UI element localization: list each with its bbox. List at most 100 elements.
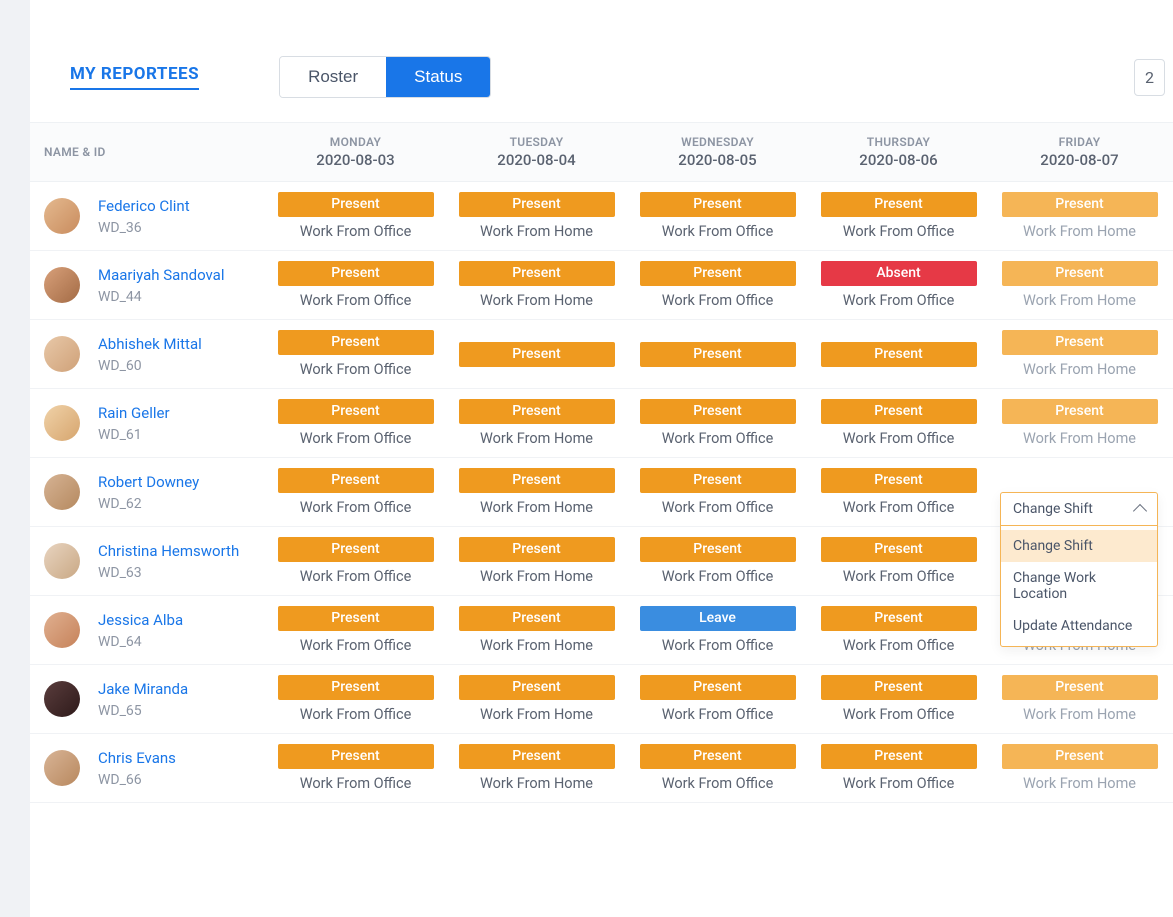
status-badge[interactable]: Present bbox=[821, 342, 977, 367]
status-badge[interactable]: Present bbox=[640, 399, 796, 424]
name-block: Rain GellerWD_61 bbox=[98, 403, 170, 443]
tab-status[interactable]: Status bbox=[386, 57, 490, 97]
avatar[interactable] bbox=[44, 750, 80, 786]
work-location: Work From Home bbox=[480, 430, 593, 447]
status-badge[interactable]: Present bbox=[640, 744, 796, 769]
name-block: Robert DowneyWD_62 bbox=[98, 472, 199, 512]
employee-name-link[interactable]: Robert Downey bbox=[98, 472, 199, 492]
status-badge[interactable]: Present bbox=[640, 342, 796, 367]
name-block: Christina HemsworthWD_63 bbox=[98, 541, 239, 581]
status-badge[interactable]: Present bbox=[278, 468, 434, 493]
avatar[interactable] bbox=[44, 267, 80, 303]
employee-name-link[interactable]: Jake Miranda bbox=[98, 679, 188, 699]
status-badge[interactable]: Present bbox=[459, 399, 615, 424]
employee-name-link[interactable]: Maariyah Sandoval bbox=[98, 265, 225, 285]
day-label: MONDAY bbox=[265, 135, 446, 149]
dropdown-option[interactable]: Change Work Location bbox=[1001, 562, 1157, 610]
cell-day: PresentWork From Home bbox=[446, 192, 627, 240]
status-badge[interactable]: Present bbox=[821, 192, 977, 217]
employee-name-link[interactable]: Federico Clint bbox=[98, 196, 190, 216]
cell-day: PresentWork From Office bbox=[265, 399, 446, 447]
status-badge[interactable]: Present bbox=[459, 261, 615, 286]
work-location: Work From Home bbox=[1023, 292, 1136, 309]
status-badge[interactable]: Present bbox=[278, 537, 434, 562]
work-location: Work From Office bbox=[300, 361, 412, 378]
dropdown-toggle[interactable]: Change Shift bbox=[1001, 493, 1157, 526]
status-badge[interactable]: Present bbox=[278, 744, 434, 769]
avatar[interactable] bbox=[44, 612, 80, 648]
cell-day: PresentWork From Home bbox=[989, 399, 1170, 447]
cell-day: Present Work From Home bbox=[989, 261, 1170, 309]
cell-day: Present Work From Office bbox=[265, 192, 446, 240]
employee-name-link[interactable]: Abhishek Mittal bbox=[98, 334, 202, 354]
date-filter[interactable]: 2 bbox=[1134, 59, 1165, 96]
status-badge[interactable]: Present bbox=[640, 537, 796, 562]
cell-day: PresentWork From Office bbox=[627, 675, 808, 723]
dropdown-option[interactable]: Change Shift bbox=[1001, 530, 1157, 562]
col-header-name: NAME & ID bbox=[30, 135, 265, 169]
cell-name: Robert DowneyWD_62 bbox=[30, 472, 265, 512]
avatar[interactable] bbox=[44, 405, 80, 441]
col-header-day: TUESDAY2020-08-04 bbox=[446, 135, 627, 169]
status-badge[interactable]: Present bbox=[278, 675, 434, 700]
status-badge[interactable]: Present bbox=[1002, 330, 1158, 355]
status-badge[interactable]: Present bbox=[640, 675, 796, 700]
employee-id: WD_65 bbox=[98, 703, 188, 719]
name-block: Maariyah SandovalWD_44 bbox=[98, 265, 225, 305]
cell-day: PresentWork From Home bbox=[989, 192, 1170, 240]
status-badge[interactable]: Present bbox=[459, 468, 615, 493]
page-title-link[interactable]: MY REPORTEES bbox=[70, 64, 199, 90]
cell-day: PresentWork From Home bbox=[446, 261, 627, 309]
status-badge[interactable]: Present bbox=[278, 192, 434, 217]
status-badge[interactable]: Present bbox=[821, 468, 977, 493]
avatar[interactable] bbox=[44, 543, 80, 579]
status-badge[interactable]: Present bbox=[278, 261, 434, 286]
status-badge[interactable]: Present bbox=[278, 399, 434, 424]
page-container: MY REPORTEES Roster Status 2 NAME & ID M… bbox=[30, 0, 1173, 917]
status-badge[interactable]: Present bbox=[459, 342, 615, 367]
status-badge[interactable]: Present bbox=[1002, 192, 1158, 217]
status-badge[interactable]: Present bbox=[640, 468, 796, 493]
status-badge[interactable]: Present bbox=[821, 537, 977, 562]
avatar[interactable] bbox=[44, 198, 80, 234]
dropdown-option[interactable]: Update Attendance bbox=[1001, 610, 1157, 642]
work-location: Work From Office bbox=[300, 223, 412, 240]
col-header-day: WEDNESDAY2020-08-05 bbox=[627, 135, 808, 169]
employee-name-link[interactable]: Jessica Alba bbox=[98, 610, 183, 630]
status-badge[interactable]: Leave bbox=[640, 606, 796, 631]
status-badge[interactable]: Present bbox=[278, 330, 434, 355]
status-badge[interactable]: Present bbox=[459, 537, 615, 562]
tab-roster[interactable]: Roster bbox=[280, 57, 386, 97]
status-badge[interactable]: Present bbox=[821, 606, 977, 631]
avatar[interactable] bbox=[44, 336, 80, 372]
status-badge[interactable]: Absent bbox=[821, 261, 977, 286]
status-badge[interactable]: Present bbox=[1002, 744, 1158, 769]
status-badge[interactable]: Present bbox=[640, 261, 796, 286]
table-row: Federico ClintWD_36PresentWork From Offi… bbox=[30, 182, 1173, 251]
employee-name-link[interactable]: Christina Hemsworth bbox=[98, 541, 239, 561]
status-badge[interactable]: Present bbox=[278, 606, 434, 631]
status-badge[interactable]: Present bbox=[1002, 261, 1158, 286]
cell-day: PresentWork From Office bbox=[265, 744, 446, 792]
status-badge[interactable]: Present bbox=[459, 606, 615, 631]
status-badge[interactable]: Present bbox=[459, 675, 615, 700]
table-body: Federico ClintWD_36PresentWork From Offi… bbox=[30, 182, 1173, 803]
status-badge[interactable]: Present bbox=[640, 192, 796, 217]
status-badge[interactable]: Present bbox=[821, 744, 977, 769]
day-date: 2020-08-03 bbox=[265, 151, 446, 169]
day-label: WEDNESDAY bbox=[627, 135, 808, 149]
status-badge[interactable]: Present bbox=[459, 744, 615, 769]
name-block: Chris EvansWD_66 bbox=[98, 748, 176, 788]
status-badge[interactable]: Present bbox=[459, 192, 615, 217]
avatar[interactable] bbox=[44, 474, 80, 510]
employee-name-link[interactable]: Rain Geller bbox=[98, 403, 170, 423]
cell-day: PresentWork From Office bbox=[627, 261, 808, 309]
avatar[interactable] bbox=[44, 681, 80, 717]
employee-name-link[interactable]: Chris Evans bbox=[98, 748, 176, 768]
status-badge[interactable]: Present bbox=[821, 399, 977, 424]
work-location: Work From Office bbox=[843, 430, 955, 447]
status-badge[interactable]: Present bbox=[821, 675, 977, 700]
status-badge[interactable]: Present bbox=[1002, 675, 1158, 700]
status-badge[interactable]: Present bbox=[1002, 399, 1158, 424]
cell-day: Present Work From Home bbox=[446, 399, 627, 447]
